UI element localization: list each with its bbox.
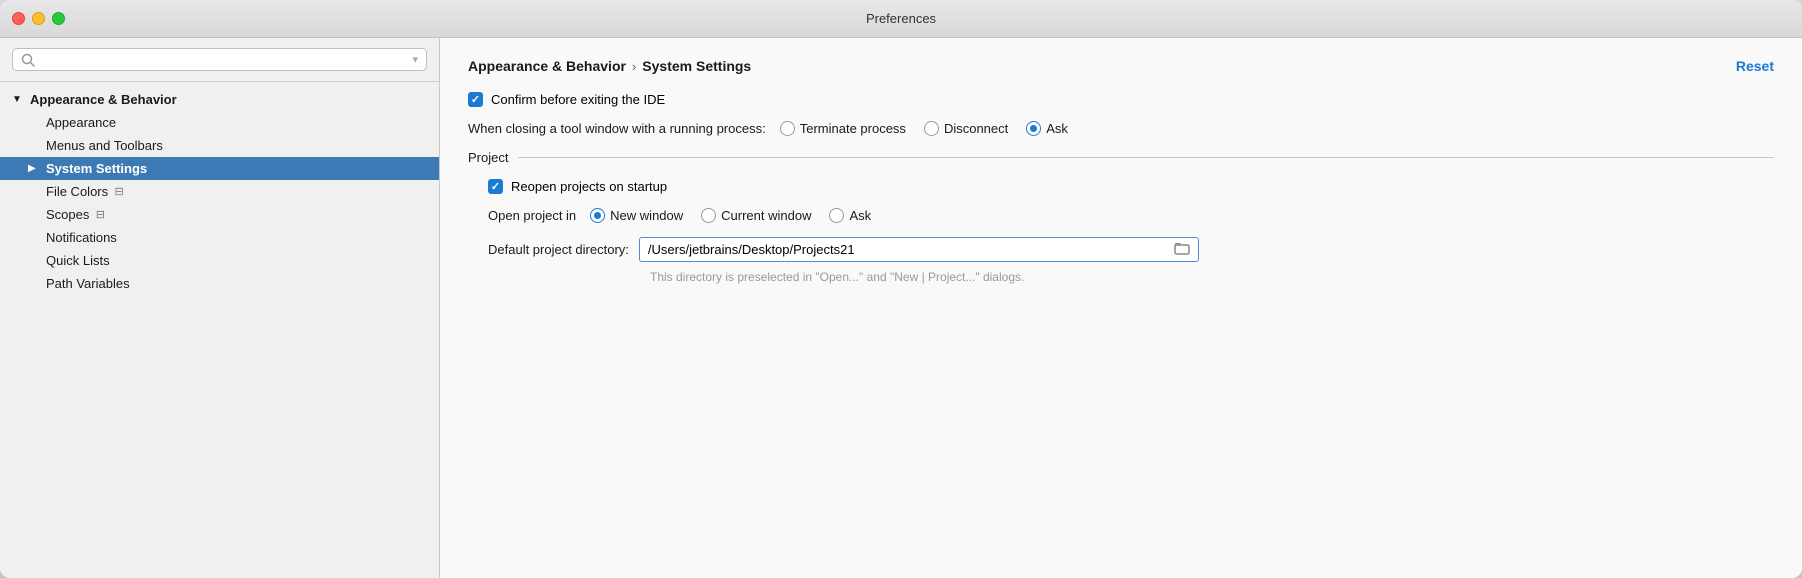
project-inner: Reopen projects on startup Open project …: [468, 179, 1774, 284]
radio-ask2-label: Ask: [849, 208, 871, 223]
search-bar: ▾: [0, 38, 439, 82]
sidebar-item-appearance[interactable]: Appearance: [0, 111, 439, 134]
sidebar-item-notifications[interactable]: Notifications: [0, 226, 439, 249]
open-project-in-label: Open project in: [488, 208, 576, 223]
sidebar-item-label: Appearance: [46, 115, 116, 130]
tree-arrow-appearance-behavior: ▼: [12, 94, 26, 105]
radio-disconnect-btn[interactable]: [924, 121, 939, 136]
sidebar-item-label: Scopes: [46, 207, 89, 222]
radio-current-window[interactable]: Current window: [701, 208, 811, 223]
reset-button[interactable]: Reset: [1736, 58, 1774, 74]
directory-input[interactable]: [640, 238, 1166, 261]
section-divider: [518, 157, 1774, 158]
sidebar-item-label: Notifications: [46, 230, 117, 245]
radio-ask-btn[interactable]: [1026, 121, 1041, 136]
directory-hint: This directory is preselected in "Open..…: [488, 270, 1774, 284]
directory-row: Default project directory:: [488, 237, 1774, 262]
main-content: Appearance & Behavior › System Settings …: [440, 38, 1802, 578]
sidebar-item-quick-lists[interactable]: Quick Lists: [0, 249, 439, 272]
project-section-header: Project: [468, 150, 1774, 165]
breadcrumb: Appearance & Behavior › System Settings: [468, 58, 751, 74]
breadcrumb-part2: System Settings: [642, 58, 751, 74]
radio-terminate-btn[interactable]: [780, 121, 795, 136]
radio-new-window-label: New window: [610, 208, 683, 223]
sidebar: ▾ ▼ Appearance & Behavior Appearance Men…: [0, 38, 440, 578]
search-dropdown-arrow[interactable]: ▾: [412, 53, 418, 66]
breadcrumb-part1: Appearance & Behavior: [468, 58, 626, 74]
project-section-label: Project: [468, 150, 508, 165]
sidebar-item-label: Menus and Toolbars: [46, 138, 163, 153]
confirm-exit-checkbox[interactable]: [468, 92, 483, 107]
confirm-exit-row: Confirm before exiting the IDE: [468, 92, 1774, 107]
radio-ask[interactable]: Ask: [1026, 121, 1068, 136]
sidebar-item-menus-toolbars[interactable]: Menus and Toolbars: [0, 134, 439, 157]
folder-icon: [1174, 241, 1190, 255]
traffic-lights: [12, 12, 65, 25]
titlebar: Preferences: [0, 0, 1802, 38]
radio-disconnect[interactable]: Disconnect: [924, 121, 1008, 136]
search-wrapper[interactable]: ▾: [12, 48, 427, 71]
scopes-icon: ⊟: [93, 208, 107, 222]
search-input[interactable]: [40, 52, 407, 67]
radio-new-window[interactable]: New window: [590, 208, 683, 223]
radio-current-window-btn[interactable]: [701, 208, 716, 223]
minimize-button[interactable]: [32, 12, 45, 25]
sidebar-item-path-variables[interactable]: Path Variables: [0, 272, 439, 295]
file-colors-icon: ⊟: [112, 185, 126, 199]
main-header: Appearance & Behavior › System Settings …: [468, 58, 1774, 74]
radio-current-window-label: Current window: [721, 208, 811, 223]
radio-new-window-btn[interactable]: [590, 208, 605, 223]
sidebar-item-scopes[interactable]: Scopes ⊟: [0, 203, 439, 226]
sidebar-item-label: File Colors: [46, 184, 108, 199]
directory-input-wrapper[interactable]: [639, 237, 1199, 262]
reopen-projects-label: Reopen projects on startup: [511, 179, 667, 194]
radio-disconnect-label: Disconnect: [944, 121, 1008, 136]
sidebar-tree: ▼ Appearance & Behavior Appearance Menus…: [0, 82, 439, 301]
running-process-label: When closing a tool window with a runnin…: [468, 121, 766, 136]
project-section: Project Reopen projects on startup Open …: [468, 150, 1774, 284]
breadcrumb-separator: ›: [632, 59, 636, 74]
reopen-projects-row: Reopen projects on startup: [488, 179, 1774, 194]
tree-arrow-system-settings: ▶: [28, 163, 42, 174]
close-button[interactable]: [12, 12, 25, 25]
window-title: Preferences: [866, 11, 936, 26]
sidebar-item-system-settings[interactable]: ▶ System Settings: [0, 157, 439, 180]
sidebar-item-label: Path Variables: [46, 276, 130, 291]
sidebar-item-file-colors[interactable]: File Colors ⊟: [0, 180, 439, 203]
search-icon: [21, 53, 35, 67]
sidebar-item-label: Quick Lists: [46, 253, 110, 268]
radio-ask2-btn[interactable]: [829, 208, 844, 223]
radio-ask2[interactable]: Ask: [829, 208, 871, 223]
browse-button[interactable]: [1166, 238, 1198, 261]
running-process-row: When closing a tool window with a runnin…: [468, 121, 1774, 136]
radio-terminate-label: Terminate process: [800, 121, 906, 136]
sidebar-item-label: System Settings: [46, 161, 147, 176]
maximize-button[interactable]: [52, 12, 65, 25]
confirm-exit-label: Confirm before exiting the IDE: [491, 92, 665, 107]
preferences-window: Preferences ▾ ▼ Appearance & Beha: [0, 0, 1802, 578]
radio-ask-label: Ask: [1046, 121, 1068, 136]
radio-terminate[interactable]: Terminate process: [780, 121, 906, 136]
sidebar-item-appearance-behavior[interactable]: ▼ Appearance & Behavior: [0, 88, 439, 111]
sidebar-item-label: Appearance & Behavior: [30, 92, 177, 107]
open-project-in-row: Open project in New window Current windo…: [488, 208, 1774, 223]
window-content: ▾ ▼ Appearance & Behavior Appearance Men…: [0, 38, 1802, 578]
directory-label: Default project directory:: [488, 242, 629, 257]
reopen-projects-checkbox[interactable]: [488, 179, 503, 194]
